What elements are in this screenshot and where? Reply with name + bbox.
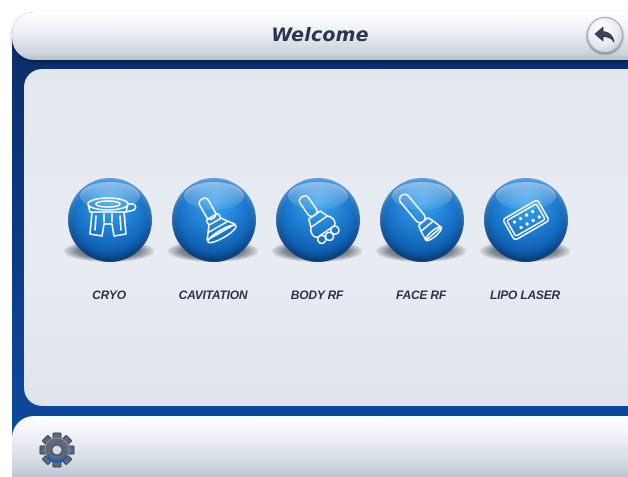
menu-item-lipo-laser[interactable]: LIPO LASER bbox=[470, 178, 580, 308]
orb-button bbox=[68, 178, 152, 262]
back-button[interactable] bbox=[587, 17, 623, 53]
menu-item-cryo[interactable]: CRYO bbox=[54, 178, 164, 308]
orb-button bbox=[380, 178, 464, 262]
menu-item-label: LIPO LASER bbox=[489, 288, 560, 302]
footer-bar bbox=[12, 416, 628, 477]
menu-item-face-rf[interactable]: FACE RF bbox=[366, 178, 476, 308]
lipo-laser-pad-icon bbox=[502, 199, 550, 241]
body-rf-handpiece-icon bbox=[298, 194, 340, 245]
orb-button bbox=[484, 178, 568, 262]
menu-item-label: CRYO bbox=[92, 288, 126, 302]
menu-item-cavitation[interactable]: CAVITATION bbox=[158, 178, 268, 308]
face-rf-probe-icon bbox=[398, 193, 443, 242]
menu-item-label: FACE RF bbox=[396, 288, 446, 302]
back-arrow-icon bbox=[594, 26, 615, 43]
menu-item-label: CAVITATION bbox=[178, 288, 248, 302]
app-screen: Welcome CRYO CAVITATION BODY RF FACE RF … bbox=[0, 0, 628, 477]
cryo-handpiece-icon bbox=[87, 197, 137, 237]
orb-button bbox=[172, 178, 256, 262]
menu-item-label: BODY RF bbox=[290, 288, 344, 302]
page-title: Welcome bbox=[271, 24, 369, 46]
menu-item-body-rf[interactable]: BODY RF bbox=[262, 178, 372, 308]
orb-button bbox=[276, 178, 360, 262]
settings-button[interactable] bbox=[34, 430, 80, 470]
gear-icon bbox=[39, 432, 75, 468]
cavitation-probe-icon bbox=[198, 197, 237, 244]
